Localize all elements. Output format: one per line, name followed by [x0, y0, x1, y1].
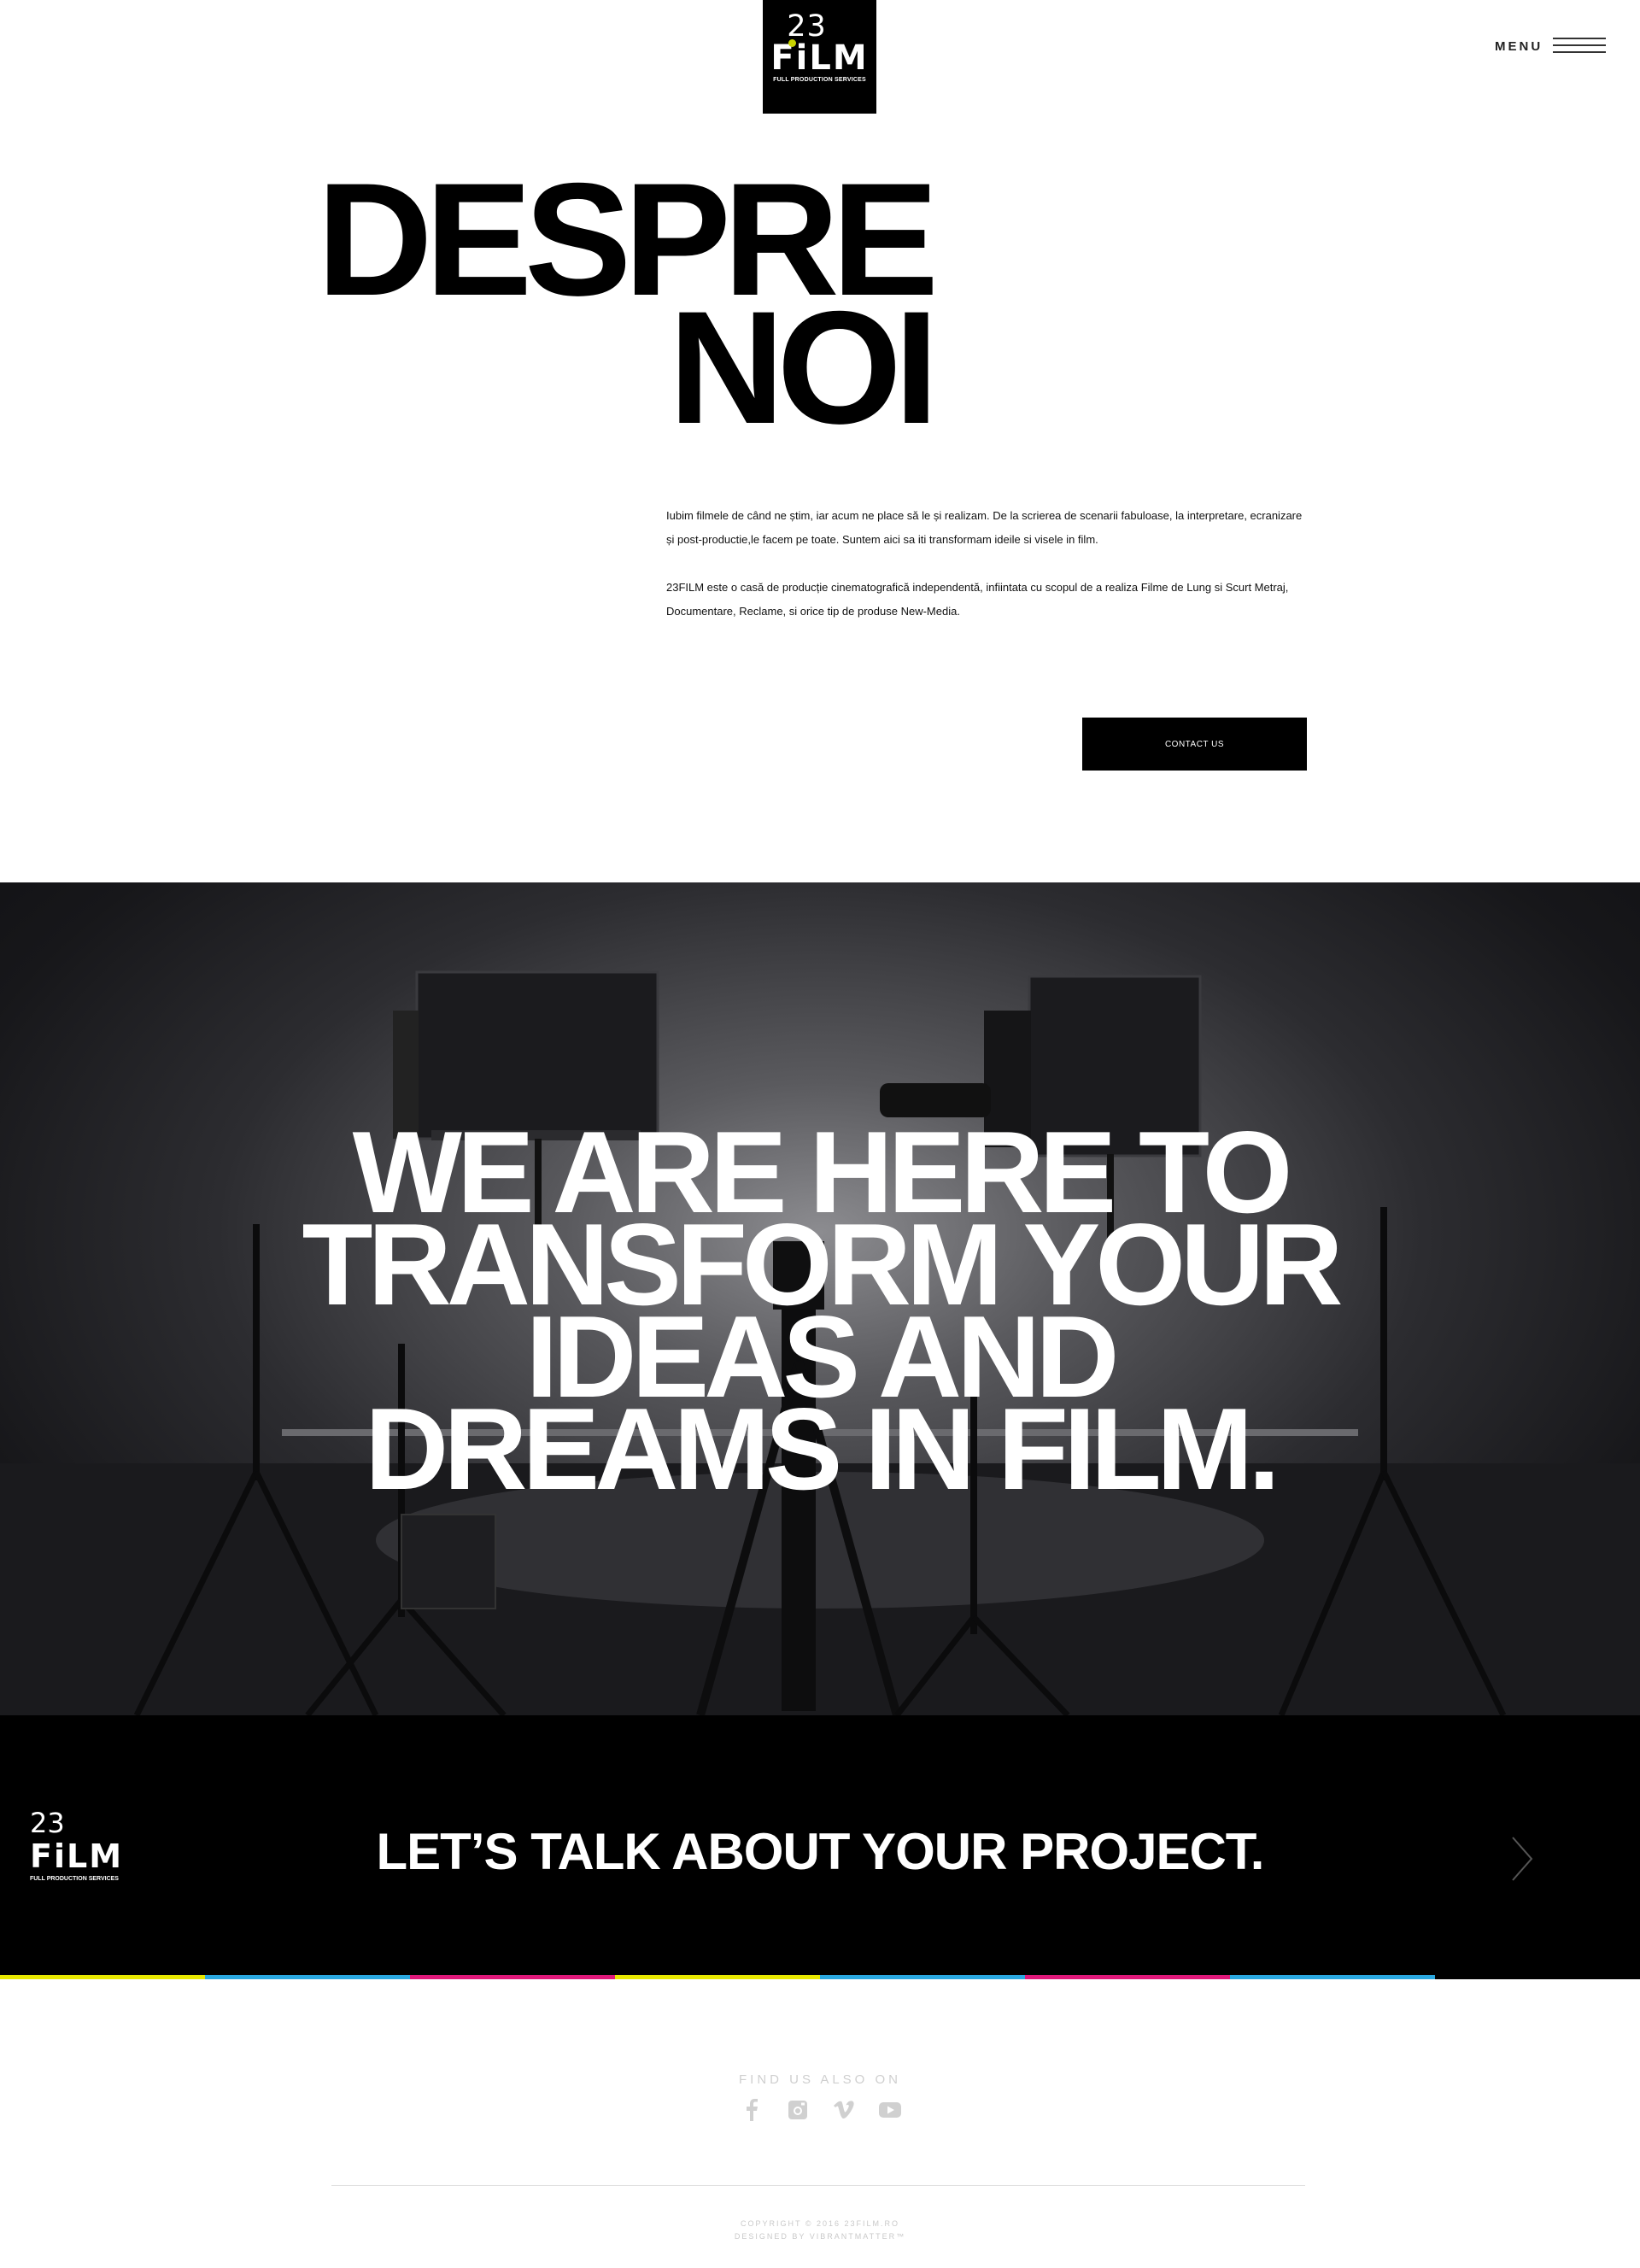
logo-tagline: FULL PRODUCTION SERVICES	[773, 77, 866, 83]
color-stripe-segment	[205, 1975, 410, 1979]
logo-dot-icon	[788, 39, 796, 47]
color-stripe-segment	[1230, 1975, 1435, 1979]
chevron-right-icon[interactable]	[1510, 1835, 1534, 1883]
color-stripe-segment	[1025, 1975, 1230, 1979]
copyright-text: COPYRIGHT © 2016 23FILM.RO	[740, 2219, 899, 2228]
hamburger-menu-icon[interactable]	[1553, 38, 1606, 55]
page-title: DESPRE NOI	[299, 159, 939, 448]
copyright: COPYRIGHT © 2016 23FILM.RO DESIGNED BY V…	[0, 2218, 1640, 2243]
cta-banner[interactable]: 23 FiLM FULL PRODUCTION SERVICES LET’S T…	[0, 1715, 1640, 1977]
cta-text[interactable]: LET’S TALK ABOUT YOUR PROJECT.	[0, 1822, 1640, 1882]
vimeo-icon[interactable]	[832, 2098, 856, 2122]
about-paragraph-2: 23FILM este o casă de producție cinemato…	[666, 581, 1289, 618]
logo-name: FiLM	[770, 38, 869, 78]
color-stripe-segment	[0, 1975, 205, 1979]
about-text: Iubim filmele de când ne știm, iar acum …	[666, 504, 1309, 648]
color-stripe	[0, 1975, 1640, 1979]
color-stripe-segment	[410, 1975, 615, 1979]
facebook-icon[interactable]	[740, 2098, 764, 2122]
contact-us-button[interactable]: CONTACT US	[1082, 718, 1307, 771]
youtube-icon[interactable]	[878, 2098, 902, 2122]
color-stripe-segment	[1435, 1975, 1640, 1979]
designed-by-link[interactable]: DESIGNED BY VIBRANTMATTER™	[0, 2230, 1640, 2243]
color-stripe-segment	[820, 1975, 1025, 1979]
footer-divider	[331, 2185, 1305, 2186]
hero-headline: WE ARE HERE TO TRANSFORM YOUR IDEAS AND …	[0, 1114, 1640, 1514]
logo-number: 23	[787, 9, 827, 44]
instagram-icon[interactable]	[786, 2098, 810, 2122]
hero-banner: WE ARE HERE TO TRANSFORM YOUR IDEAS AND …	[0, 882, 1640, 1715]
hero-line-4: DREAMS IN FILM.	[365, 1384, 1280, 1514]
color-stripe-segment	[615, 1975, 820, 1979]
social-links	[740, 2098, 902, 2122]
menu-label[interactable]: MENU	[1495, 39, 1543, 54]
about-paragraph-1: Iubim filmele de când ne știm, iar acum …	[666, 509, 1303, 546]
find-us-label: FIND US ALSO ON	[738, 2072, 902, 2087]
logo[interactable]: 23 FiLM FULL PRODUCTION SERVICES	[763, 0, 876, 114]
